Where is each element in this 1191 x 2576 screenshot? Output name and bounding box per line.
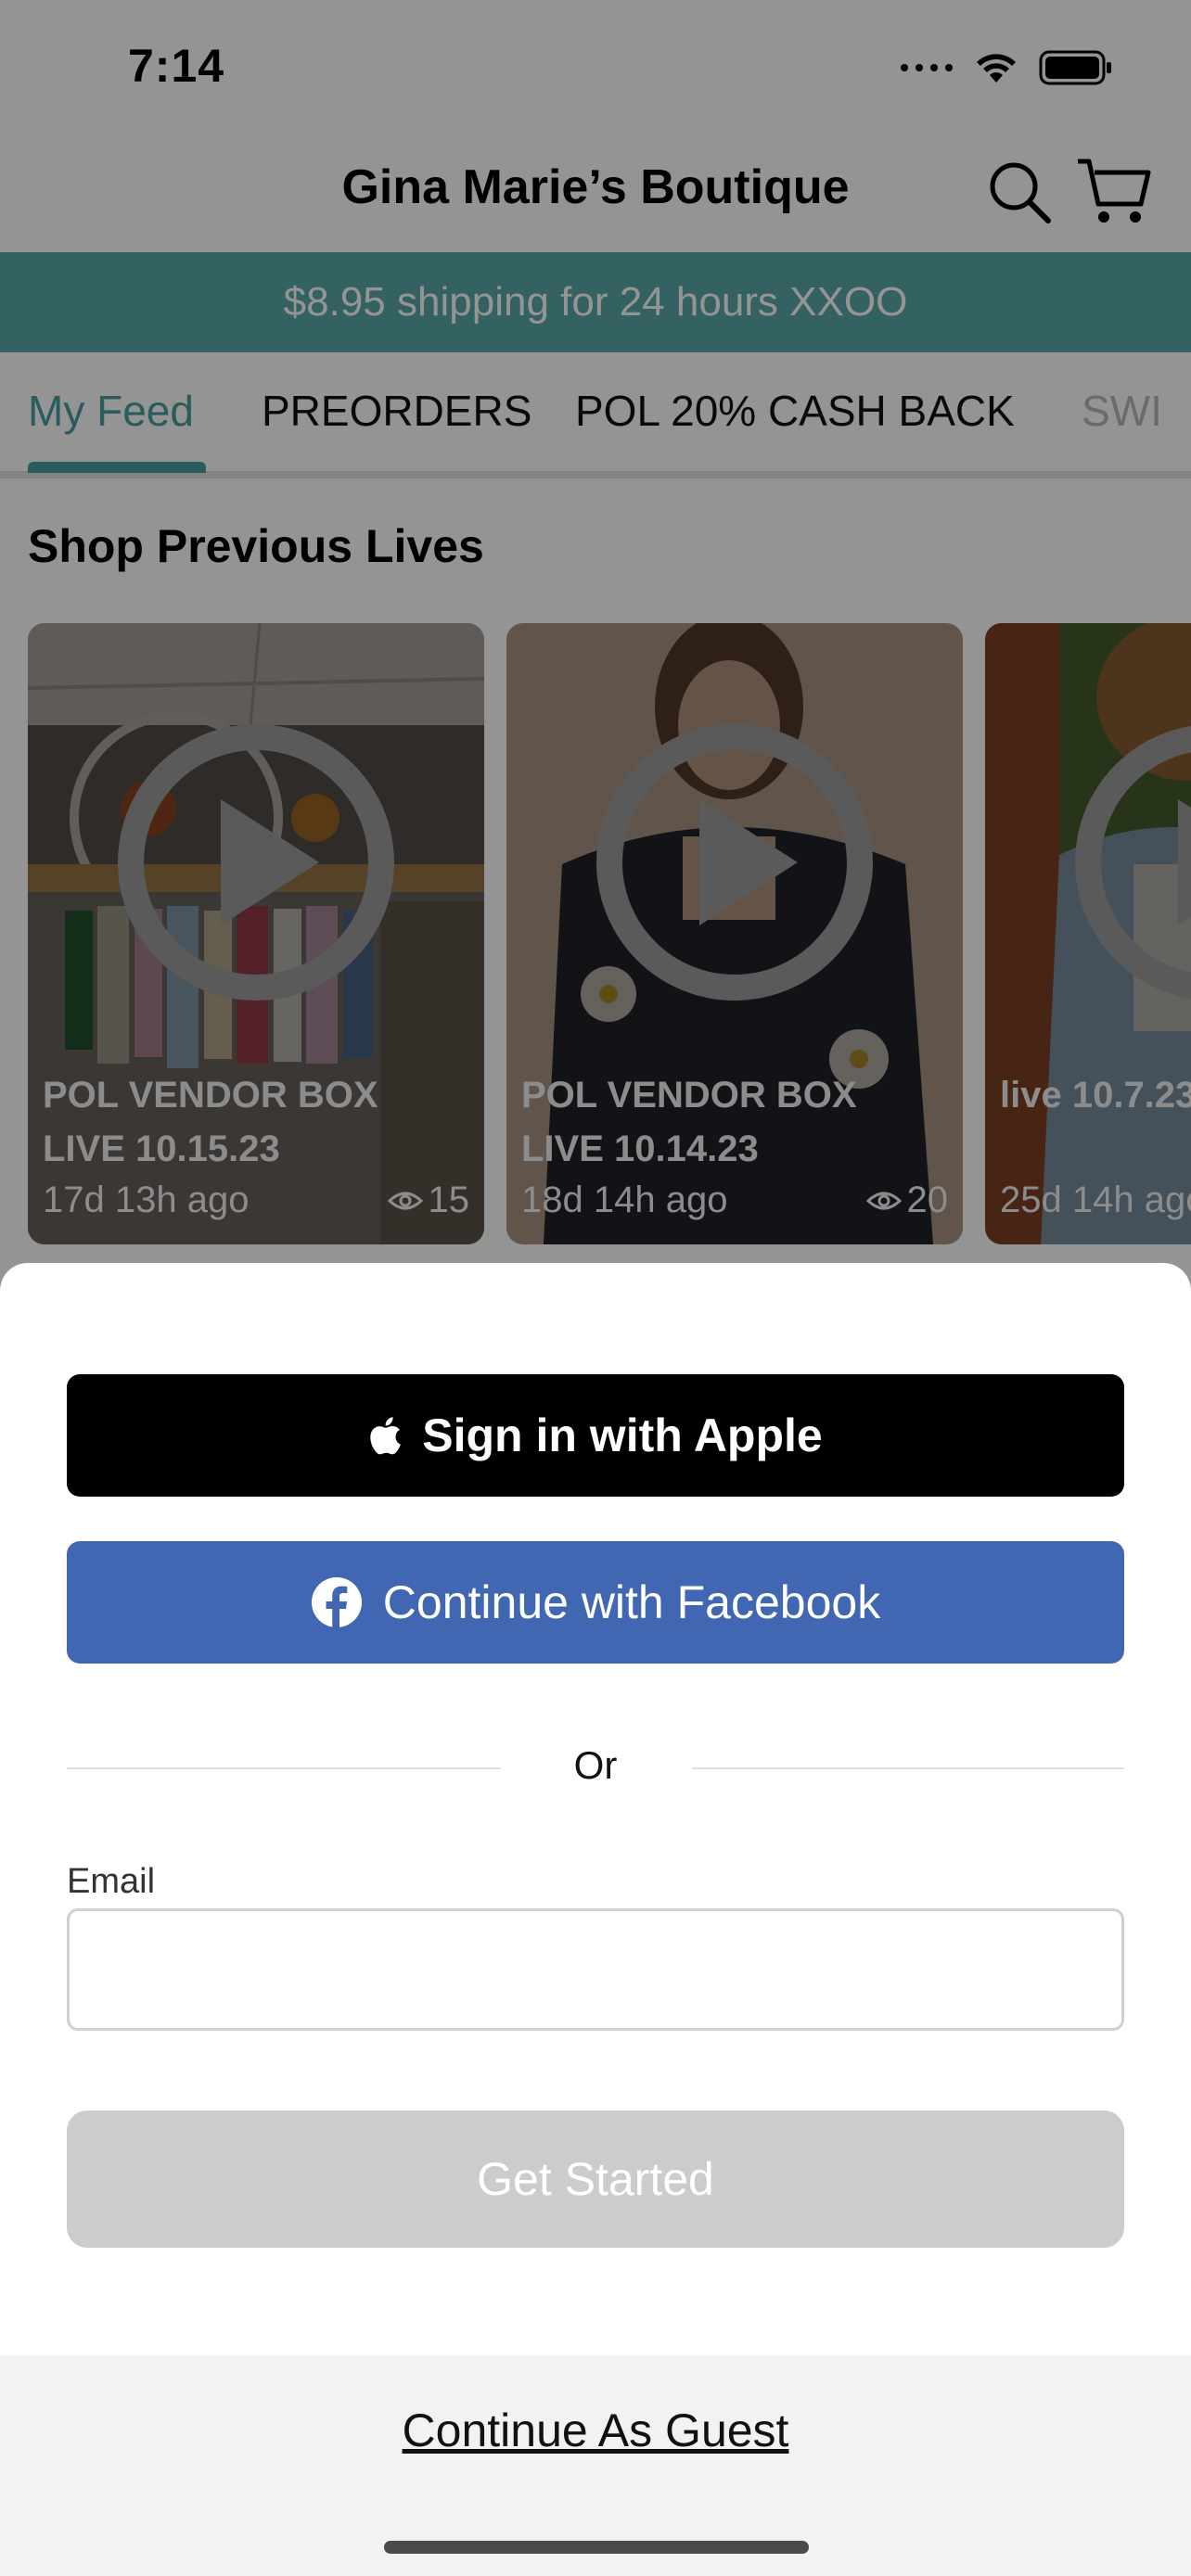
facebook-icon	[311, 1577, 362, 1628]
get-started-label: Get Started	[477, 2153, 714, 2205]
facebook-button-label: Continue with Facebook	[382, 1576, 881, 1628]
sign-in-with-apple-button[interactable]: Sign in with Apple	[67, 1374, 1124, 1497]
email-field[interactable]	[67, 1908, 1124, 2031]
apple-icon	[370, 1417, 402, 1455]
divider-right	[692, 1767, 1124, 1769]
continue-as-guest-link[interactable]: Continue As Guest	[0, 2404, 1191, 2457]
email-label: Email	[67, 1862, 156, 1901]
modal-backdrop[interactable]	[0, 0, 1191, 1298]
apple-button-label: Sign in with Apple	[422, 1409, 823, 1461]
get-started-button[interactable]: Get Started	[67, 2111, 1124, 2248]
or-separator: Or	[573, 1743, 618, 1787]
home-indicator	[384, 2541, 809, 2554]
continue-with-facebook-button[interactable]: Continue with Facebook	[67, 1541, 1124, 1664]
